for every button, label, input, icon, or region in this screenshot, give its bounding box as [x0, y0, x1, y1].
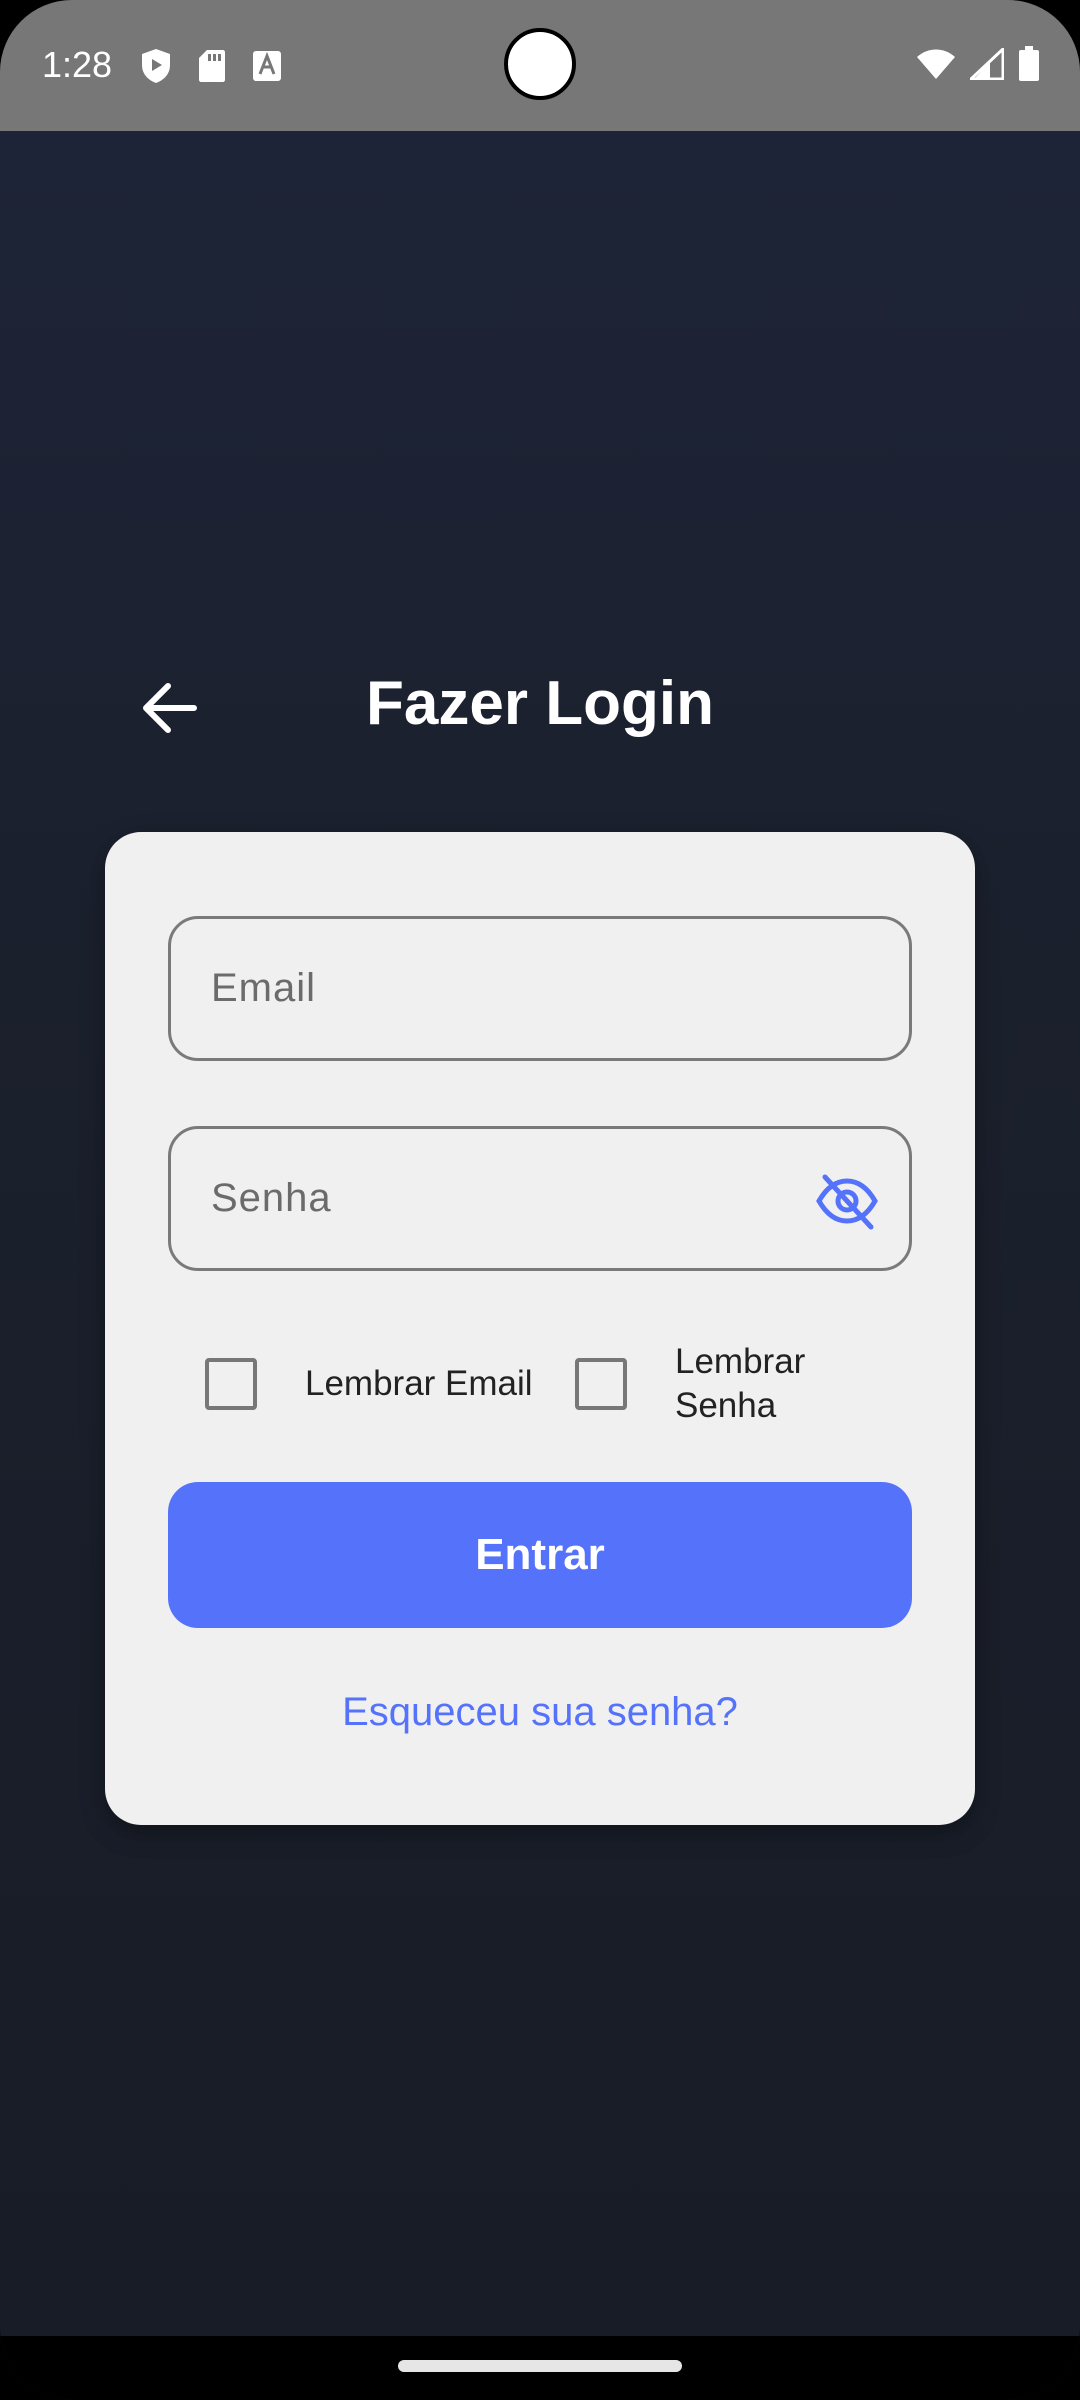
status-bar: 1:28: [0, 0, 1080, 131]
remember-email-checkbox[interactable]: [205, 1358, 257, 1410]
forgot-password-link[interactable]: Esqueceu sua senha?: [105, 1690, 975, 1735]
login-button[interactable]: Entrar: [168, 1482, 912, 1628]
page-title: Fazer Login: [366, 669, 714, 738]
sd-card-icon: [198, 49, 226, 88]
remember-password-checkbox[interactable]: [575, 1358, 627, 1410]
remember-password-label[interactable]: Lembrar Senha: [675, 1340, 825, 1428]
login-card: Lembrar Email Lembrar Senha Entrar Esque…: [105, 832, 975, 1825]
system-icons: [916, 45, 1040, 87]
font-a-icon: [252, 50, 282, 87]
login-screen: 1:28 Fazer Login Email Lembrar Email Lem…: [0, 0, 1080, 2400]
remember-email-label[interactable]: Lembrar Email: [305, 1362, 533, 1406]
remember-options: Lembrar Email Lembrar Senha: [105, 1340, 975, 1450]
notification-icons: [140, 48, 282, 89]
camera-cutout: [504, 28, 576, 100]
cell-signal-icon: [967, 45, 1005, 85]
password-input[interactable]: [211, 1176, 771, 1221]
wifi-icon: [916, 48, 956, 85]
home-indicator[interactable]: [398, 2360, 682, 2372]
eye-off-icon[interactable]: [815, 1169, 879, 1233]
battery-icon: [1018, 46, 1040, 87]
email-field[interactable]: [168, 916, 912, 1061]
email-input[interactable]: [211, 966, 811, 1011]
status-time: 1:28: [42, 44, 113, 85]
shield-icon: [140, 48, 172, 89]
password-field[interactable]: [168, 1126, 912, 1271]
